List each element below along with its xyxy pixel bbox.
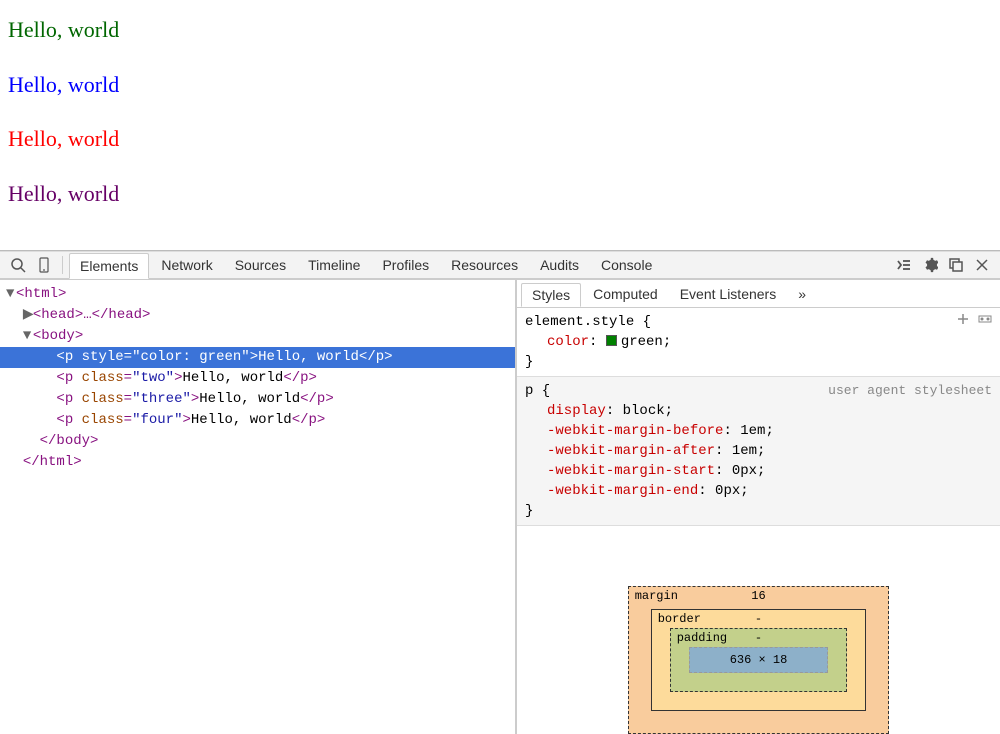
tab-elements[interactable]: Elements xyxy=(69,253,149,279)
padding-label: padding xyxy=(677,631,727,645)
rule-close: } xyxy=(525,352,992,372)
css-property[interactable]: -webkit-margin-start xyxy=(547,463,715,479)
dom-p1[interactable]: <p style="color: green">Hello, world</p> xyxy=(0,347,515,368)
css-value[interactable]: 0px; xyxy=(715,483,749,499)
sidebar-tab-more[interactable]: » xyxy=(788,283,816,305)
margin-top-value: 16 xyxy=(751,589,765,603)
tab-timeline[interactable]: Timeline xyxy=(298,253,370,277)
preview-paragraph-2[interactable]: Hello, world xyxy=(8,71,992,100)
device-icon[interactable] xyxy=(32,253,56,277)
box-model-diagram[interactable]: margin 16 border - padding - 636 × 18 xyxy=(517,526,1000,734)
separator xyxy=(62,256,63,274)
border-label: border xyxy=(658,612,701,626)
border-top-value: - xyxy=(755,612,762,626)
dom-body-close[interactable]: </body> xyxy=(0,431,515,452)
search-icon[interactable] xyxy=(6,253,30,277)
tab-audits[interactable]: Audits xyxy=(530,253,589,277)
drawer-icon[interactable] xyxy=(892,253,916,277)
dom-body-open[interactable]: ▼<body> xyxy=(0,326,515,347)
dom-p4[interactable]: <p class="four">Hello, world</p> xyxy=(0,410,515,431)
dock-icon[interactable] xyxy=(944,253,968,277)
dom-p2[interactable]: <p class="two">Hello, world</p> xyxy=(0,368,515,389)
elements-tree[interactable]: ▼<html> ▶<head>…</head> ▼<body> <p style… xyxy=(0,280,515,734)
close-icon[interactable] xyxy=(970,253,994,277)
gear-icon[interactable] xyxy=(918,253,942,277)
css-property[interactable]: -webkit-margin-before xyxy=(547,423,723,439)
tab-console[interactable]: Console xyxy=(591,253,662,277)
rule-selector[interactable]: element.style { xyxy=(525,312,992,332)
sidebar-tab-styles[interactable]: Styles xyxy=(521,283,581,307)
tab-profiles[interactable]: Profiles xyxy=(372,253,439,277)
padding-top-value: - xyxy=(755,631,762,645)
sidebar-tab-eventlisteners[interactable]: Event Listeners xyxy=(670,283,787,305)
dom-head[interactable]: ▶<head>…</head> xyxy=(0,305,515,326)
css-property[interactable]: -webkit-margin-after xyxy=(547,443,715,459)
toggle-state-icon[interactable] xyxy=(978,312,992,333)
dom-p3[interactable]: <p class="three">Hello, world</p> xyxy=(0,389,515,410)
tab-network[interactable]: Network xyxy=(151,253,222,277)
preview-paragraph-3[interactable]: Hello, world xyxy=(8,125,992,154)
page-preview: Hello, world Hello, world Hello, world H… xyxy=(0,0,1000,251)
css-property[interactable]: display xyxy=(547,403,606,419)
css-value[interactable]: 1em; xyxy=(732,443,766,459)
preview-paragraph-4[interactable]: Hello, world xyxy=(8,180,992,209)
user-agent-rule[interactable]: user agent stylesheet p { display: block… xyxy=(517,377,1000,526)
style-origin: user agent stylesheet xyxy=(828,381,992,401)
dom-html-close[interactable]: </html> xyxy=(0,452,515,473)
margin-label: margin xyxy=(635,589,678,603)
rule-close: } xyxy=(525,501,992,521)
content-size: 636 × 18 xyxy=(689,647,829,673)
devtools-toolbar: Elements Network Sources Timeline Profil… xyxy=(0,251,1000,279)
element-style-rule[interactable]: element.style { color: green; } xyxy=(517,308,1000,377)
preview-paragraph-1[interactable]: Hello, world xyxy=(8,16,992,45)
dom-html-open[interactable]: ▼<html> xyxy=(0,284,515,305)
css-property[interactable]: color xyxy=(547,334,589,350)
color-swatch[interactable] xyxy=(606,335,617,346)
styles-panel: Styles Computed Event Listeners » elemen… xyxy=(515,280,1000,734)
tab-sources[interactable]: Sources xyxy=(225,253,296,277)
sidebar-tab-computed[interactable]: Computed xyxy=(583,283,668,305)
styles-tabs: Styles Computed Event Listeners » xyxy=(517,280,1000,308)
css-value[interactable]: 0px; xyxy=(732,463,766,479)
css-value[interactable]: block; xyxy=(623,403,673,419)
new-rule-icon[interactable] xyxy=(956,312,970,333)
css-property[interactable]: -webkit-margin-end xyxy=(547,483,698,499)
devtools-body: ▼<html> ▶<head>…</head> ▼<body> <p style… xyxy=(0,279,1000,734)
css-value[interactable]: 1em; xyxy=(740,423,774,439)
tab-resources[interactable]: Resources xyxy=(441,253,528,277)
css-value[interactable]: green; xyxy=(621,334,671,350)
